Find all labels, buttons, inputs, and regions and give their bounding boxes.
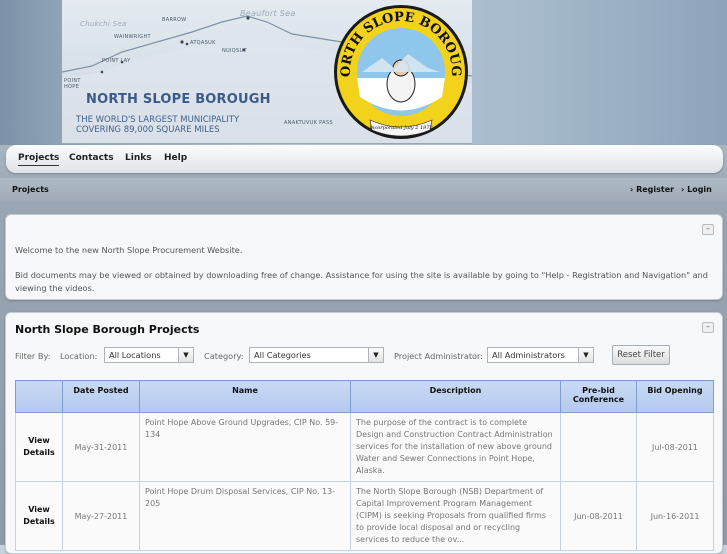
category-select[interactable]: All Categories ▼ <box>249 347 384 363</box>
projects-panel: – North Slope Borough Projects Filter By… <box>5 312 723 554</box>
collapse-icon[interactable]: – <box>702 322 714 333</box>
table-row: View Details May-27-2011 Point Hope Drum… <box>15 481 714 551</box>
register-link[interactable]: › Register <box>630 185 674 194</box>
nav-contacts[interactable]: Contacts <box>69 153 114 163</box>
project-name-cell: Point Hope Drum Disposal Services, CIP N… <box>139 481 351 551</box>
nav-help[interactable]: Help <box>164 153 187 163</box>
dropdown-arrow-icon: ▼ <box>578 348 593 362</box>
welcome-text: Welcome to the new North Slope Procureme… <box>15 245 243 255</box>
register-label: Register <box>636 185 675 194</box>
brand-tagline-line1: THE WORLD'S LARGEST MUNICIPALITY <box>76 115 240 125</box>
brand-title: NORTH SLOPE BOROUGH <box>86 92 271 107</box>
seal-banner-text: Incorporated July 2 1972 <box>368 125 432 131</box>
description-cell: The North Slope Borough (NSB) Department… <box>350 481 561 551</box>
view-details-link[interactable]: View Details <box>15 412 63 482</box>
borough-seal-logo: NORTH SLOPE BOROUGH Incorporated July 2 … <box>332 2 468 139</box>
login-label: Login <box>687 185 712 194</box>
collapse-icon[interactable]: – <box>702 224 714 235</box>
dropdown-arrow-icon: ▼ <box>178 348 193 362</box>
column-header-prebid[interactable]: Pre-bid Conference <box>560 380 637 413</box>
welcome-panel: – Welcome to the new North Slope Procure… <box>5 214 723 300</box>
location-select-value: All Locations <box>109 350 161 360</box>
breadcrumb-bar: Projects › Register › Login <box>0 178 727 202</box>
column-header-view <box>15 380 63 413</box>
prebid-cell: Jun-08-2011 <box>560 481 637 551</box>
map-label-barrow: BARROW <box>162 17 187 23</box>
category-select-value: All Categories <box>254 350 311 360</box>
main-nav: Projects Contacts Links Help <box>6 145 723 173</box>
breadcrumb: Projects <box>12 185 49 194</box>
map-label-atqasuk: ATQASUK <box>190 40 216 46</box>
map-label-nuiqsut: NUIQSUT <box>222 48 247 54</box>
brand-tagline: THE WORLD'S LARGEST MUNICIPALITY COVERIN… <box>76 115 239 135</box>
nav-projects[interactable]: Projects <box>18 153 60 166</box>
view-details-link[interactable]: View Details <box>15 481 63 551</box>
location-label: Location: <box>60 351 98 361</box>
reset-filter-button[interactable]: Reset Filter <box>612 345 670 365</box>
map-label-wainwright: WAINWRIGHT <box>114 34 151 40</box>
map-label-point-lay: POINT LAY <box>102 58 131 64</box>
map-label-chukchi: Chukchi Sea <box>80 20 127 28</box>
welcome-instructions: Bid documents may be viewed or obtained … <box>15 270 709 293</box>
chevron-right-icon: › <box>681 185 685 194</box>
projects-table: Date Posted Name Description Pre-bid Con… <box>15 380 714 551</box>
admin-label: Project Administrator: <box>394 351 484 361</box>
location-select[interactable]: All Locations ▼ <box>104 347 194 363</box>
project-name-cell: Point Hope Above Ground Upgrades, CIP No… <box>139 412 351 482</box>
column-header-date-posted[interactable]: Date Posted <box>62 380 140 413</box>
admin-select-value: All Administrators <box>492 350 565 360</box>
table-row: View Details May-31-2011 Point Hope Abov… <box>15 412 714 482</box>
login-link[interactable]: › Login <box>681 185 712 194</box>
chevron-right-icon: › <box>630 185 634 194</box>
bid-opening-cell: Jul-08-2011 <box>636 412 714 482</box>
admin-select[interactable]: All Administrators ▼ <box>487 347 594 363</box>
map-label-point-hope: POINT HOPE <box>64 78 81 90</box>
map-label-anaktuvuk: ANAKTUVUK PASS <box>284 120 333 126</box>
prebid-cell <box>560 412 637 482</box>
nav-links[interactable]: Links <box>125 153 152 163</box>
header-banner: BARROW WAINWRIGHT ATQASUK NUIQSUT POINT … <box>0 0 727 145</box>
column-header-bid-opening[interactable]: Bid Opening <box>636 380 714 413</box>
description-cell: The purpose of the contract is to comple… <box>350 412 561 482</box>
dropdown-arrow-icon: ▼ <box>368 348 383 362</box>
category-label: Category: <box>204 351 244 361</box>
map-label-beaufort: Beaufort Sea <box>240 9 296 18</box>
filter-bar: Filter By: Location: All Locations ▼ Cat… <box>15 345 715 367</box>
table-header-row: Date Posted Name Description Pre-bid Con… <box>15 380 714 413</box>
brand-tagline-line2: COVERING 89,000 SQUARE MILES <box>76 125 220 135</box>
projects-title: North Slope Borough Projects <box>15 323 200 336</box>
date-posted-cell: May-31-2011 <box>62 412 140 482</box>
bid-opening-cell: Jun-16-2011 <box>636 481 714 551</box>
date-posted-cell: May-27-2011 <box>62 481 140 551</box>
column-header-name[interactable]: Name <box>139 380 351 413</box>
column-header-description[interactable]: Description <box>350 380 561 413</box>
filter-by-label: Filter By: <box>15 351 51 361</box>
